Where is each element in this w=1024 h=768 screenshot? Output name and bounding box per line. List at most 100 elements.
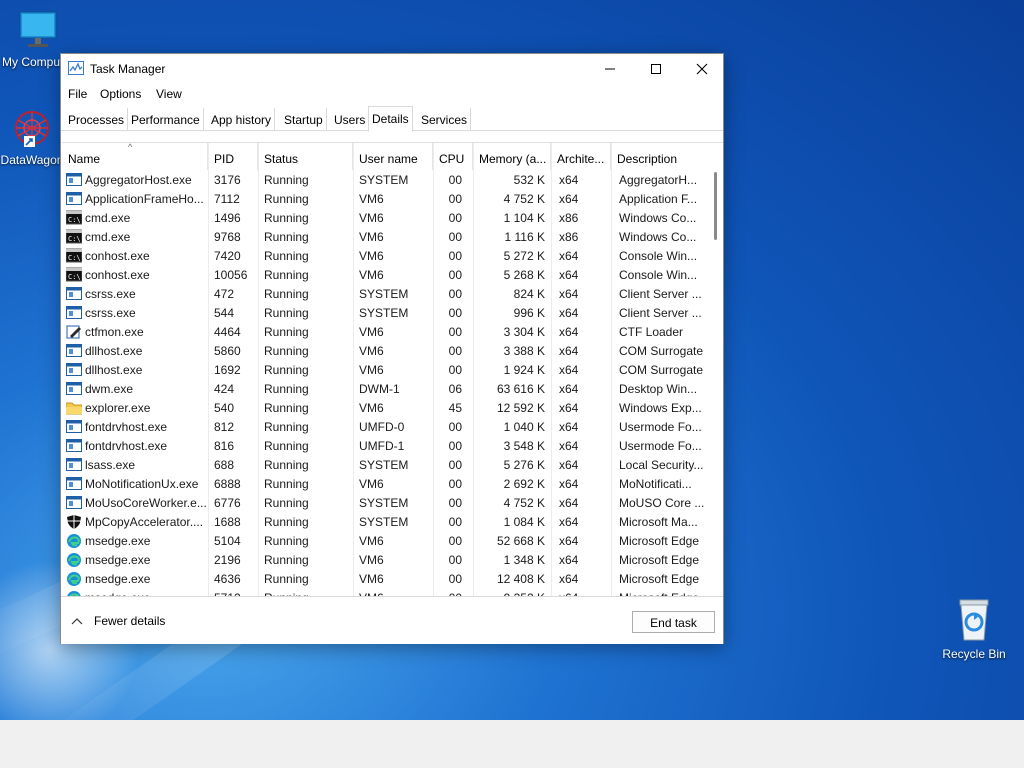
cell-user-name: SYSTEM	[359, 496, 409, 510]
cell-description: COM Surrogate	[619, 344, 704, 358]
cell-memory: 12 592 K	[496, 401, 545, 415]
cell-memory: 2 692 K	[503, 477, 545, 491]
tab-users[interactable]: Users	[331, 108, 370, 131]
table-row[interactable]: csrss.exe 544 Running SYSTEM 00 996 K x64 Clien…	[62, 303, 707, 322]
tab-details[interactable]: Details	[368, 106, 413, 132]
table-row[interactable]: msedge.exe 2196 Running VM6 00 1 348 K x64 Micr…	[62, 550, 707, 569]
tab-app-history[interactable]: App history	[208, 108, 276, 131]
cell-pid: 9768	[214, 230, 241, 244]
app-icon	[66, 477, 82, 490]
cell-pid: 816	[214, 439, 235, 453]
table-row[interactable]: C:\ cmd.exe 9768 Running VM6 00 1 116 K x86 Wind…	[62, 227, 707, 246]
cell-memory: 1 348 K	[503, 553, 545, 567]
cell-cpu: 00	[448, 439, 462, 453]
cell-user-name: VM6	[359, 344, 384, 358]
cell-pid: 1496	[214, 211, 241, 225]
cell-name: msedge.exe	[85, 572, 151, 586]
table-row[interactable]: fontdrvhost.exe 812 Running UMFD-0 00 1 040 K…	[62, 417, 707, 436]
table-row[interactable]: MoUsoCoreWorker.e... 6776 Running SYSTEM 00 4…	[62, 493, 707, 512]
table-row[interactable]: ctfmon.exe 4464 Running VM6 00 3 304 K x64 CTF …	[62, 322, 707, 341]
column-header-description[interactable]: Description	[611, 143, 708, 170]
cell-pid: 7420	[214, 249, 241, 263]
cell-architecture: x64	[559, 249, 579, 263]
desktop-icon-label: Recycle Bin	[942, 647, 1006, 661]
table-row[interactable]: dllhost.exe 1692 Running VM6 00 1 924 K x64 COM…	[62, 360, 707, 379]
column-header-user-name[interactable]: User name	[353, 143, 433, 170]
cell-memory: 824 K	[513, 287, 545, 301]
table-row[interactable]: msedge.exe 4636 Running VM6 00 12 408 K x64 Mic…	[62, 569, 707, 588]
table-row[interactable]: fontdrvhost.exe 816 Running UMFD-1 00 3 548 K…	[62, 436, 707, 455]
cell-user-name: VM6	[359, 211, 384, 225]
app-icon	[66, 173, 82, 186]
vertical-scrollbar[interactable]	[708, 170, 723, 596]
cell-pid: 1688	[214, 515, 241, 529]
table-row[interactable]: explorer.exe 540 Running VM6 45 12 592 K x64 Wi…	[62, 398, 707, 417]
column-header-memory[interactable]: Memory (a...	[473, 143, 551, 170]
minimize-button[interactable]	[587, 54, 633, 84]
tab-services[interactable]: Services	[418, 108, 472, 131]
svg-text:C:\: C:\	[68, 254, 81, 262]
table-row[interactable]: msedge.exe5712 Running VM6 00 9 352 K x64 Micr…	[62, 588, 707, 596]
column-header-status[interactable]: Status	[258, 143, 353, 170]
cell-user-name: SYSTEM	[359, 306, 409, 320]
cell-memory: 5 268 K	[503, 268, 545, 282]
table-row[interactable]: C:\ conhost.exe 7420 Running VM6 00 5 272 K x64…	[62, 246, 707, 265]
window-title: Task Manager	[90, 62, 166, 76]
tab-startup[interactable]: Startup	[281, 108, 327, 131]
cell-description: Microsoft Edge	[619, 534, 700, 548]
tab-processes[interactable]: Processes	[65, 108, 129, 131]
menu-view[interactable]: View	[156, 87, 182, 101]
column-header-cpu[interactable]: CPU	[433, 143, 473, 170]
cell-description: Windows Exp...	[619, 401, 702, 415]
table-row[interactable]: csrss.exe 472 Running SYSTEM 00 824 K x64 Clien…	[62, 284, 707, 303]
maximize-button[interactable]	[633, 54, 679, 84]
scrollbar-thumb[interactable]	[714, 172, 717, 240]
cell-memory: 1 104 K	[503, 211, 545, 225]
cell-user-name: DWM-1	[359, 382, 400, 396]
column-header-label: Archite...	[557, 152, 605, 166]
menu-options[interactable]: Options	[100, 87, 141, 101]
cell-pid: 812	[214, 420, 235, 434]
cell-description: Console Win...	[619, 268, 698, 282]
table-row[interactable]: C:\ cmd.exe 1496 Running VM6 00 1 104 K x86 Wind…	[62, 208, 707, 227]
cell-status: Running	[264, 515, 309, 529]
cell-user-name: SYSTEM	[359, 458, 409, 472]
cell-description: AggregatorH...	[619, 173, 698, 187]
table-row[interactable]: AggregatorHost.exe 3176 Running SYSTEM 00 532…	[62, 170, 707, 189]
table-row[interactable]: C:\ conhost.exe 10056 Running VM6 00 5 268 K x6…	[62, 265, 707, 284]
table-row[interactable]: msedge.exe 5104 Running VM6 00 52 668 K x64 Mic…	[62, 531, 707, 550]
cell-architecture: x64	[559, 382, 579, 396]
cell-cpu: 00	[448, 287, 462, 301]
app-icon	[66, 458, 82, 471]
column-header-architecture[interactable]: Archite...	[551, 143, 611, 170]
cell-user-name: VM6	[359, 268, 384, 282]
cell-pid: 424	[214, 382, 235, 396]
table-row[interactable]: MoNotificationUx.exe 6888 Running VM6 00 2 69…	[62, 474, 707, 493]
cell-description: CTF Loader	[619, 325, 684, 339]
column-header-pid[interactable]: PID	[208, 143, 258, 170]
cell-name: cmd.exe	[85, 211, 131, 225]
cell-user-name: VM6	[359, 192, 384, 206]
table-row[interactable]: ApplicationFrameHo... 7112 Running VM6 00 4 7…	[62, 189, 707, 208]
cell-name: ApplicationFrameHo...	[85, 192, 204, 206]
cell-architecture: x64	[559, 287, 579, 301]
close-button[interactable]	[679, 54, 725, 84]
table-row[interactable]: dllhost.exe 5860 Running VM6 00 3 388 K x64 COM…	[62, 341, 707, 360]
cmd-icon: C:\	[66, 210, 82, 225]
minimize-icon	[605, 68, 615, 70]
column-header-name[interactable]: Name ^	[62, 143, 208, 170]
end-task-button[interactable]: End task	[632, 611, 715, 633]
table-row[interactable]: dwm.exe 424 Running DWM-1 06 63 616 K x64 Deskt…	[62, 379, 707, 398]
cell-status: Running	[264, 363, 309, 377]
cell-description: Usermode Fo...	[619, 439, 702, 453]
title-bar[interactable]: Task Manager	[61, 54, 723, 84]
tab-performance[interactable]: Performance	[128, 108, 204, 131]
cell-name: dllhost.exe	[85, 344, 143, 358]
app-icon	[66, 287, 82, 300]
table-row[interactable]: lsass.exe 688 Running SYSTEM 00 5 276 K x64 Loc…	[62, 455, 707, 474]
column-header-label: User name	[359, 152, 418, 166]
desktop-icon-recycle-bin[interactable]: Recycle Bin	[936, 596, 1012, 661]
menu-file[interactable]: File	[68, 87, 87, 101]
fewer-details-toggle[interactable]: Fewer details	[71, 614, 165, 628]
table-row[interactable]: MpCopyAccelerator.... 1688 Running SYSTEM 00…	[62, 512, 707, 531]
